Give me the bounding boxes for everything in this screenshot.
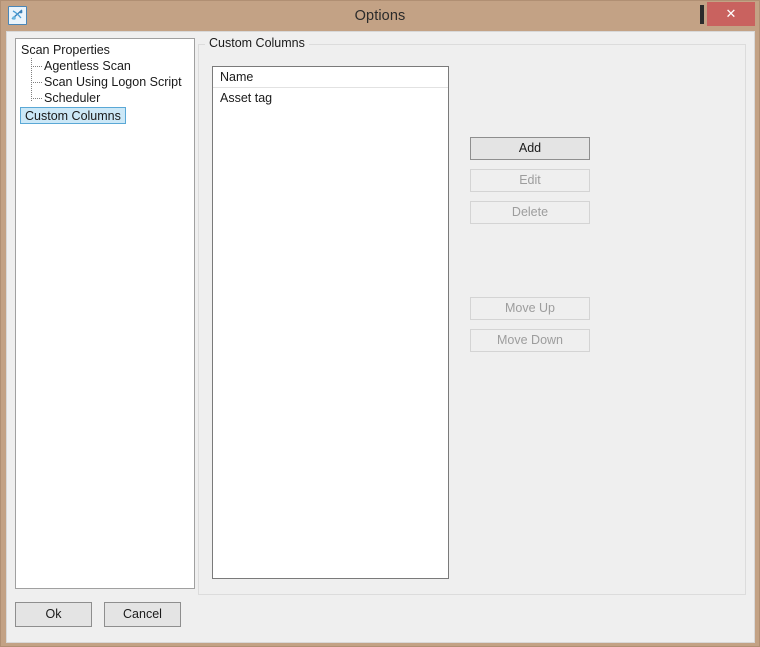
tree-item-label: Agentless Scan: [44, 59, 131, 73]
delete-button[interactable]: Delete: [470, 201, 590, 224]
tree-item-label: Scheduler: [44, 91, 101, 105]
maximize-icon: [700, 4, 704, 24]
settings-tree[interactable]: Scan Properties Agentless Scan Scan Usin…: [15, 38, 195, 589]
custom-columns-listview[interactable]: Name Asset tag: [212, 66, 449, 579]
list-item[interactable]: Asset tag: [213, 88, 448, 109]
tree-item-label: Scan Using Logon Script: [44, 75, 182, 89]
move-down-button[interactable]: Move Down: [470, 329, 590, 352]
minimize-button[interactable]: [656, 3, 686, 25]
tree-item-scan-using-logon-script[interactable]: Scan Using Logon Script: [16, 74, 194, 90]
listview-column-header-name[interactable]: Name: [213, 67, 448, 88]
tree-item-agentless-scan[interactable]: Agentless Scan: [16, 58, 194, 74]
tree-branch-line: [31, 82, 42, 83]
title-bar: Options ✕: [1, 1, 759, 31]
tree-item-label: Scan Properties: [21, 43, 110, 57]
ok-button[interactable]: Ok: [15, 602, 92, 627]
tree-item-custom-columns[interactable]: Custom Columns: [20, 107, 126, 124]
options-window: Options ✕ Scan Properties Agentless Scan…: [0, 0, 760, 647]
edit-button[interactable]: Edit: [470, 169, 590, 192]
tree-branch-line: [31, 98, 42, 99]
add-button[interactable]: Add: [470, 137, 590, 160]
window-title: Options: [354, 8, 406, 24]
tree-item-scheduler[interactable]: Scheduler: [16, 90, 194, 106]
close-button[interactable]: ✕: [707, 2, 755, 26]
cancel-button[interactable]: Cancel: [104, 602, 181, 627]
dialog-client-area: Scan Properties Agentless Scan Scan Usin…: [6, 31, 755, 643]
custom-columns-groupbox: Custom Columns Name Asset tag Add Edit D…: [198, 36, 746, 595]
close-icon: ✕: [725, 6, 737, 21]
move-up-button[interactable]: Move Up: [470, 297, 590, 320]
tree-branch-line: [31, 66, 42, 67]
groupbox-label: Custom Columns: [205, 36, 309, 50]
tree-item-scan-properties[interactable]: Scan Properties: [16, 42, 194, 58]
